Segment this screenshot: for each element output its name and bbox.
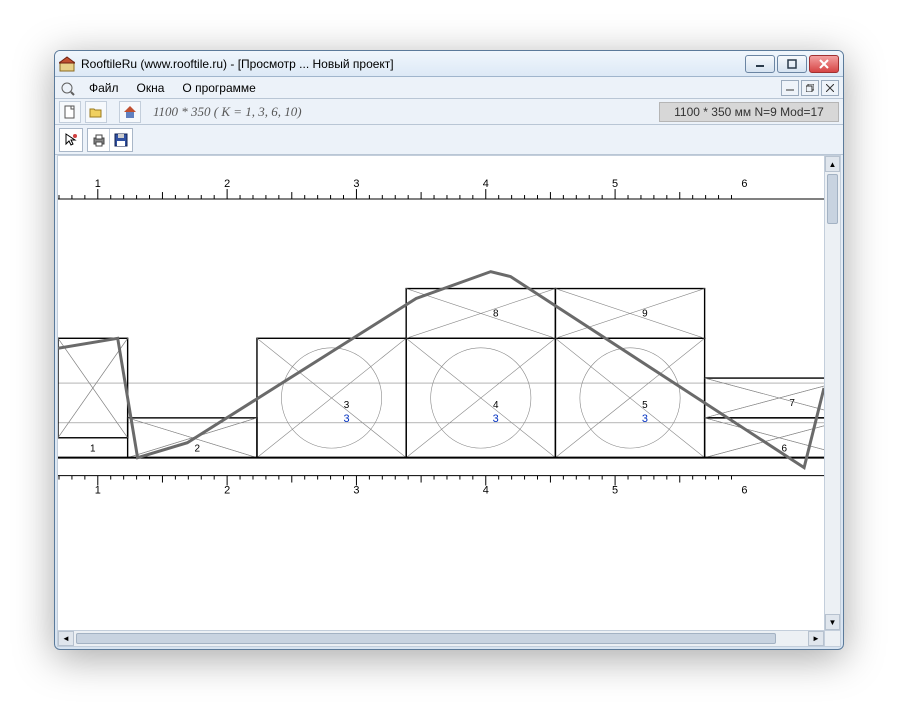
menu-about[interactable]: О программе [174, 79, 263, 97]
content-area: 123456 123343536789 123456 ▲ ▼ ◄ ► [57, 155, 841, 647]
app-icon [59, 56, 75, 72]
svg-text:1: 1 [95, 484, 101, 496]
main-toolbar: 1100 * 350 ( K = 1, 3, 6, 10) 1100 * 350… [55, 99, 843, 125]
close-icon [819, 59, 829, 69]
scroll-right-button[interactable]: ► [808, 631, 824, 646]
svg-text:3: 3 [642, 413, 648, 425]
svg-text:2: 2 [224, 484, 230, 496]
svg-text:2: 2 [195, 444, 201, 455]
window-controls [745, 55, 839, 73]
close-button[interactable] [809, 55, 839, 73]
tool-group-1 [59, 128, 83, 152]
tile-info-label: 1100 * 350 ( K = 1, 3, 6, 10) [153, 104, 302, 120]
new-file-icon [63, 105, 77, 119]
window-title: RooftileRu (www.rooftile.ru) - [Просмотр… [81, 57, 745, 71]
svg-text:2: 2 [224, 178, 230, 190]
mdi-close-button[interactable] [821, 80, 839, 96]
svg-text:6: 6 [741, 484, 747, 496]
svg-text:8: 8 [493, 308, 499, 319]
menubar: Файл Окна О программе [55, 77, 843, 99]
maximize-button[interactable] [777, 55, 807, 73]
svg-text:5: 5 [642, 400, 648, 411]
maximize-icon [787, 59, 797, 69]
titlebar: RooftileRu (www.rooftile.ru) - [Просмотр… [55, 51, 843, 77]
scroll-down-button[interactable]: ▼ [825, 614, 840, 630]
secondary-toolbar [55, 125, 843, 155]
svg-text:4: 4 [483, 484, 489, 496]
printer-icon [92, 133, 106, 147]
svg-text:9: 9 [642, 308, 648, 319]
svg-text:5: 5 [612, 484, 618, 496]
svg-text:3: 3 [343, 413, 349, 425]
vertical-scrollbar[interactable]: ▲ ▼ [824, 156, 840, 630]
svg-text:3: 3 [493, 413, 499, 425]
menu-file[interactable]: Файл [81, 79, 127, 97]
svg-text:6: 6 [741, 178, 747, 190]
svg-text:1: 1 [95, 178, 101, 190]
horizontal-scrollbar[interactable]: ◄ ► [58, 630, 824, 646]
svg-text:4: 4 [483, 178, 489, 190]
render-button[interactable] [119, 101, 141, 123]
house-icon [123, 105, 137, 119]
scroll-thumb-vertical[interactable] [827, 174, 838, 224]
svg-text:7: 7 [789, 398, 795, 409]
floppy-icon [114, 133, 128, 147]
canvas[interactable]: 123456 123343536789 123456 [58, 156, 824, 630]
save-button[interactable] [110, 129, 132, 151]
pointer-icon [64, 133, 78, 147]
app-window: RooftileRu (www.rooftile.ru) - [Просмотр… [54, 50, 844, 650]
svg-text:3: 3 [344, 400, 350, 411]
drawing-canvas: 123456 123343536789 123456 [58, 156, 824, 630]
menu-app-icon [59, 80, 75, 96]
status-label: 1100 * 350 мм N=9 Mod=17 [659, 102, 839, 122]
minimize-icon [755, 59, 765, 69]
scroll-up-button[interactable]: ▲ [825, 156, 840, 172]
scroll-thumb-horizontal[interactable] [76, 633, 776, 644]
print-button[interactable] [88, 129, 110, 151]
open-folder-icon [89, 105, 103, 119]
open-button[interactable] [85, 101, 107, 123]
close-icon [826, 84, 834, 92]
scroll-left-button[interactable]: ◄ [58, 631, 74, 646]
svg-text:5: 5 [612, 178, 618, 190]
mdi-restore-button[interactable] [801, 80, 819, 96]
mdi-minimize-button[interactable] [781, 80, 799, 96]
svg-text:1: 1 [90, 444, 96, 455]
minimize-button[interactable] [745, 55, 775, 73]
svg-text:3: 3 [353, 484, 359, 496]
minimize-icon [786, 84, 794, 92]
restore-icon [806, 84, 814, 92]
svg-text:3: 3 [353, 178, 359, 190]
pointer-button[interactable] [60, 129, 82, 151]
mdi-controls [781, 80, 839, 96]
tool-group-2 [87, 128, 133, 152]
new-button[interactable] [59, 101, 81, 123]
scroll-corner [824, 630, 840, 646]
menu-windows[interactable]: Окна [129, 79, 173, 97]
svg-text:4: 4 [493, 400, 499, 411]
